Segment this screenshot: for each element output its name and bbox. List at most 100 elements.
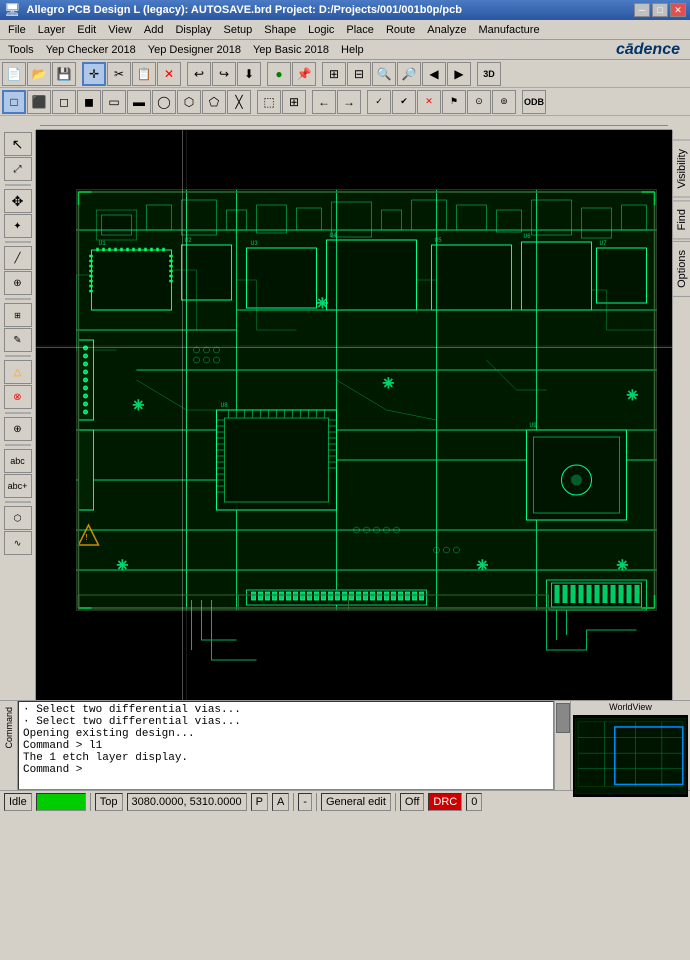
lt-text[interactable]: abc bbox=[4, 449, 32, 473]
tab-options[interactable]: Options bbox=[672, 241, 690, 297]
lt-text-add[interactable]: abc+ bbox=[4, 474, 32, 498]
tb2-rect2[interactable]: ▭ bbox=[102, 90, 126, 114]
tb2-filled-rect[interactable]: ⬛ bbox=[27, 90, 51, 114]
pcb-canvas-area[interactable]: ✳ ✳ ✳ ✳ ✳ ✳ ✳ U1 U2 U3 U4 U5 U6 U7 U8 U9 bbox=[36, 130, 672, 700]
svg-text:U6: U6 bbox=[524, 233, 532, 240]
tb2-odb[interactable]: ODB bbox=[522, 90, 546, 114]
tb-zoom-in-rect[interactable]: ⊞ bbox=[322, 62, 346, 86]
lt-symbol[interactable]: ⊞ bbox=[4, 303, 32, 327]
tb-copy[interactable]: 📋 bbox=[132, 62, 156, 86]
console-scrollbar[interactable] bbox=[554, 701, 570, 790]
top-ruler bbox=[36, 116, 672, 130]
menu-tools[interactable]: Tools bbox=[2, 42, 40, 58]
menu-analyze[interactable]: Analyze bbox=[421, 22, 472, 38]
tb2-grid[interactable]: ⊞ bbox=[282, 90, 306, 114]
minimize-button[interactable]: ─ bbox=[634, 3, 650, 17]
menu-yep-basic[interactable]: Yep Basic 2018 bbox=[247, 42, 335, 58]
lt-extra1[interactable]: ⬡ bbox=[4, 506, 32, 530]
menu-logic[interactable]: Logic bbox=[302, 22, 340, 38]
tab-find[interactable]: Find bbox=[672, 200, 690, 239]
console-area: Command · Select two differential vias..… bbox=[0, 700, 690, 790]
status-dash: - bbox=[298, 793, 312, 811]
tb-zoom-area[interactable]: 🔎 bbox=[397, 62, 421, 86]
lt-select[interactable]: ↖ bbox=[4, 132, 32, 156]
tb-pushpin[interactable]: 📌 bbox=[292, 62, 316, 86]
tb-3d[interactable]: 3D bbox=[477, 62, 501, 86]
menu-place[interactable]: Place bbox=[340, 22, 380, 38]
menu-file[interactable]: File bbox=[2, 22, 32, 38]
tb2-circle[interactable]: ◯ bbox=[152, 90, 176, 114]
lt-drc[interactable]: △ bbox=[4, 360, 32, 384]
tb2-flag[interactable]: ⚑ bbox=[442, 90, 466, 114]
tb-cut[interactable]: ✂ bbox=[107, 62, 131, 86]
console-output[interactable]: · Select two differential vias... · Sele… bbox=[18, 701, 554, 790]
tb-new[interactable]: 📄 bbox=[2, 62, 26, 86]
menu-layer[interactable]: Layer bbox=[32, 22, 72, 38]
lt-measure[interactable]: ⊕ bbox=[4, 417, 32, 441]
tb2-x[interactable]: ╳ bbox=[227, 90, 251, 114]
tb-zoom-out[interactable]: ⊟ bbox=[347, 62, 371, 86]
tb2-select[interactable]: □ bbox=[2, 90, 26, 114]
toolbar-1: 📄 📂 💾 ✛ ✂ 📋 ✕ ↩ ↪ ⬇ ● 📌 ⊞ ⊟ 🔍 🔎 ◀ ▶ 3D bbox=[0, 60, 690, 88]
svg-text:✳: ✳ bbox=[617, 557, 629, 573]
svg-text:!: ! bbox=[86, 533, 88, 542]
tb-crosshair[interactable]: ✛ bbox=[82, 62, 106, 86]
menu-setup[interactable]: Setup bbox=[218, 22, 259, 38]
tb2-snap[interactable]: ⊙ bbox=[467, 90, 491, 114]
title-text: Allegro PCB Design L (legacy): AUTOSAVE.… bbox=[27, 4, 462, 16]
tb2-cross[interactable]: ✕ bbox=[417, 90, 441, 114]
svg-text:U3: U3 bbox=[251, 240, 259, 247]
tb2-hex1[interactable]: ⬡ bbox=[177, 90, 201, 114]
pcb-svg[interactable]: ✳ ✳ ✳ ✳ ✳ ✳ ✳ U1 U2 U3 U4 U5 U6 U7 U8 U9 bbox=[36, 130, 672, 700]
tb-save[interactable]: 💾 bbox=[52, 62, 76, 86]
menu-help[interactable]: Help bbox=[335, 42, 370, 58]
tb-zoom-next[interactable]: ▶ bbox=[447, 62, 471, 86]
maximize-button[interactable]: □ bbox=[652, 3, 668, 17]
menu-add[interactable]: Add bbox=[138, 22, 170, 38]
tb-undo[interactable]: ↩ bbox=[187, 62, 211, 86]
menu-yep-checker[interactable]: Yep Checker 2018 bbox=[40, 42, 142, 58]
tb-open[interactable]: 📂 bbox=[27, 62, 51, 86]
console-line-2: · Select two differential vias... bbox=[23, 716, 549, 728]
status-p[interactable]: P bbox=[251, 793, 268, 811]
status-a[interactable]: A bbox=[272, 793, 289, 811]
status-off: Off bbox=[400, 793, 424, 811]
status-drc[interactable]: DRC bbox=[428, 793, 462, 811]
close-button[interactable]: ✕ bbox=[670, 3, 686, 17]
tb2-check1[interactable]: ✓ bbox=[367, 90, 391, 114]
lt-extra2[interactable]: ∿ bbox=[4, 531, 32, 555]
tab-visibility[interactable]: Visibility bbox=[672, 140, 690, 198]
tb2-hex2[interactable]: ⬠ bbox=[202, 90, 226, 114]
tb-zoom-prev[interactable]: ◀ bbox=[422, 62, 446, 86]
svg-text:U9: U9 bbox=[530, 422, 538, 429]
tb2-snap2[interactable]: ⊚ bbox=[492, 90, 516, 114]
svg-text:✳: ✳ bbox=[627, 387, 639, 403]
menu-yep-designer[interactable]: Yep Designer 2018 bbox=[142, 42, 247, 58]
tb-zoom-fit[interactable]: 🔍 bbox=[372, 62, 396, 86]
tb2-check2[interactable]: ✔ bbox=[392, 90, 416, 114]
menu-route[interactable]: Route bbox=[380, 22, 421, 38]
tb2-filled-small[interactable]: ◼ bbox=[77, 90, 101, 114]
menu-shape[interactable]: Shape bbox=[258, 22, 302, 38]
menu-edit[interactable]: Edit bbox=[71, 22, 102, 38]
tb2-arrow-left[interactable]: ← bbox=[312, 90, 336, 114]
lt-add[interactable]: ✎ bbox=[4, 328, 32, 352]
tb2-rect3[interactable]: ▬ bbox=[127, 90, 151, 114]
lt-route[interactable]: ╱ bbox=[4, 246, 32, 270]
tb-redo[interactable]: ↪ bbox=[212, 62, 236, 86]
menu-view[interactable]: View bbox=[102, 22, 138, 38]
lt-delete2[interactable]: ⊗ bbox=[4, 385, 32, 409]
tb-delete[interactable]: ✕ bbox=[157, 62, 181, 86]
menu-display[interactable]: Display bbox=[169, 22, 217, 38]
menu-manufacture[interactable]: Manufacture bbox=[472, 22, 545, 38]
toolbar-2: □ ⬛ ◻ ◼ ▭ ▬ ◯ ⬡ ⬠ ╳ ⬚ ⊞ ← → ✓ ✔ ✕ ⚑ ⊙ ⊚ … bbox=[0, 88, 690, 116]
tb2-rect-outline[interactable]: ◻ bbox=[52, 90, 76, 114]
lt-via[interactable]: ⊕ bbox=[4, 271, 32, 295]
tb-down[interactable]: ⬇ bbox=[237, 62, 261, 86]
tb2-select2[interactable]: ⬚ bbox=[257, 90, 281, 114]
lt-zoom[interactable]: ⤢ bbox=[4, 157, 32, 181]
lt-move[interactable]: ✥ bbox=[4, 189, 32, 213]
tb2-arrow-right[interactable]: → bbox=[337, 90, 361, 114]
tb-ratsnest[interactable]: ● bbox=[267, 62, 291, 86]
lt-copy2[interactable]: ✦ bbox=[4, 214, 32, 238]
